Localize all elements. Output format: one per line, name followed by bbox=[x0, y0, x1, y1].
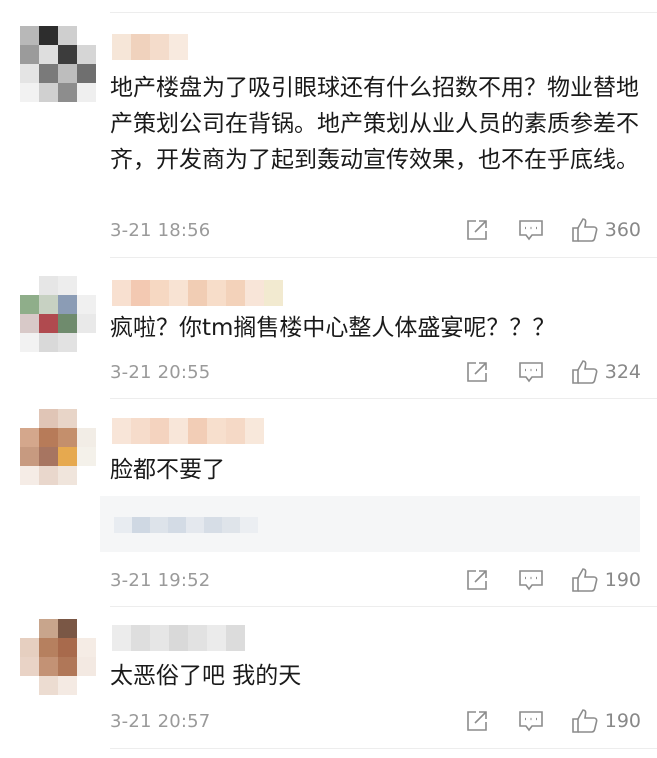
timestamp: 3-21 19:52 bbox=[110, 569, 211, 591]
comment-meta: 3-21 20:55 324 bbox=[110, 357, 641, 387]
like-button[interactable]: 360 bbox=[571, 217, 641, 243]
thumbs-up-icon bbox=[571, 709, 598, 733]
share-icon[interactable] bbox=[463, 707, 491, 735]
share-icon[interactable] bbox=[463, 216, 491, 244]
thumbs-up-icon bbox=[571, 360, 598, 384]
comment-icon[interactable] bbox=[517, 358, 545, 386]
divider bbox=[110, 398, 657, 399]
comment-actions: 360 bbox=[463, 216, 641, 244]
comment-text: 疯啦？你tm搁售楼中心整人体盛宴呢？？？ bbox=[110, 315, 556, 341]
comment-meta: 3-21 19:52 190 bbox=[110, 565, 641, 595]
divider bbox=[110, 257, 657, 258]
timestamp: 3-21 20:55 bbox=[110, 361, 211, 383]
comment-actions: 324 bbox=[463, 358, 641, 386]
divider bbox=[110, 748, 657, 749]
like-button[interactable]: 324 bbox=[571, 359, 641, 385]
share-icon[interactable] bbox=[463, 358, 491, 386]
like-count: 324 bbox=[604, 361, 641, 383]
comment-icon[interactable] bbox=[517, 566, 545, 594]
comment-icon[interactable] bbox=[517, 707, 545, 735]
divider-top bbox=[110, 12, 657, 13]
username[interactable] bbox=[112, 418, 264, 444]
comment-actions: 190 bbox=[463, 566, 641, 594]
comment-actions: 190 bbox=[463, 707, 641, 735]
avatar[interactable] bbox=[20, 26, 96, 102]
comment-text: 太恶俗了吧 我的天 bbox=[110, 663, 302, 689]
timestamp: 3-21 18:56 bbox=[110, 219, 211, 241]
like-count: 190 bbox=[604, 569, 641, 591]
comment-icon[interactable] bbox=[517, 216, 545, 244]
comment-meta: 3-21 18:56 360 bbox=[110, 215, 641, 245]
divider bbox=[110, 606, 657, 607]
like-button[interactable]: 190 bbox=[571, 708, 641, 734]
reply-preview-text bbox=[114, 517, 258, 533]
avatar[interactable] bbox=[20, 619, 96, 695]
comment-text: 脸都不要了 bbox=[110, 457, 225, 483]
username[interactable] bbox=[112, 625, 245, 651]
timestamp: 3-21 20:57 bbox=[110, 710, 211, 732]
username[interactable] bbox=[112, 34, 188, 60]
thumbs-up-icon bbox=[571, 218, 598, 242]
comment-meta: 3-21 20:57 190 bbox=[110, 706, 641, 736]
like-count: 190 bbox=[604, 710, 641, 732]
reply-preview[interactable] bbox=[100, 496, 640, 552]
username[interactable] bbox=[112, 280, 283, 306]
like-button[interactable]: 190 bbox=[571, 567, 641, 593]
thumbs-up-icon bbox=[571, 568, 598, 592]
comment-text: 地产楼盘为了吸引眼球还有什么招数不用？物业替地产策划公司在背锅。地产策划从业人员… bbox=[110, 75, 639, 173]
like-count: 360 bbox=[604, 219, 641, 241]
avatar[interactable] bbox=[20, 276, 96, 352]
avatar[interactable] bbox=[20, 409, 96, 485]
share-icon[interactable] bbox=[463, 566, 491, 594]
